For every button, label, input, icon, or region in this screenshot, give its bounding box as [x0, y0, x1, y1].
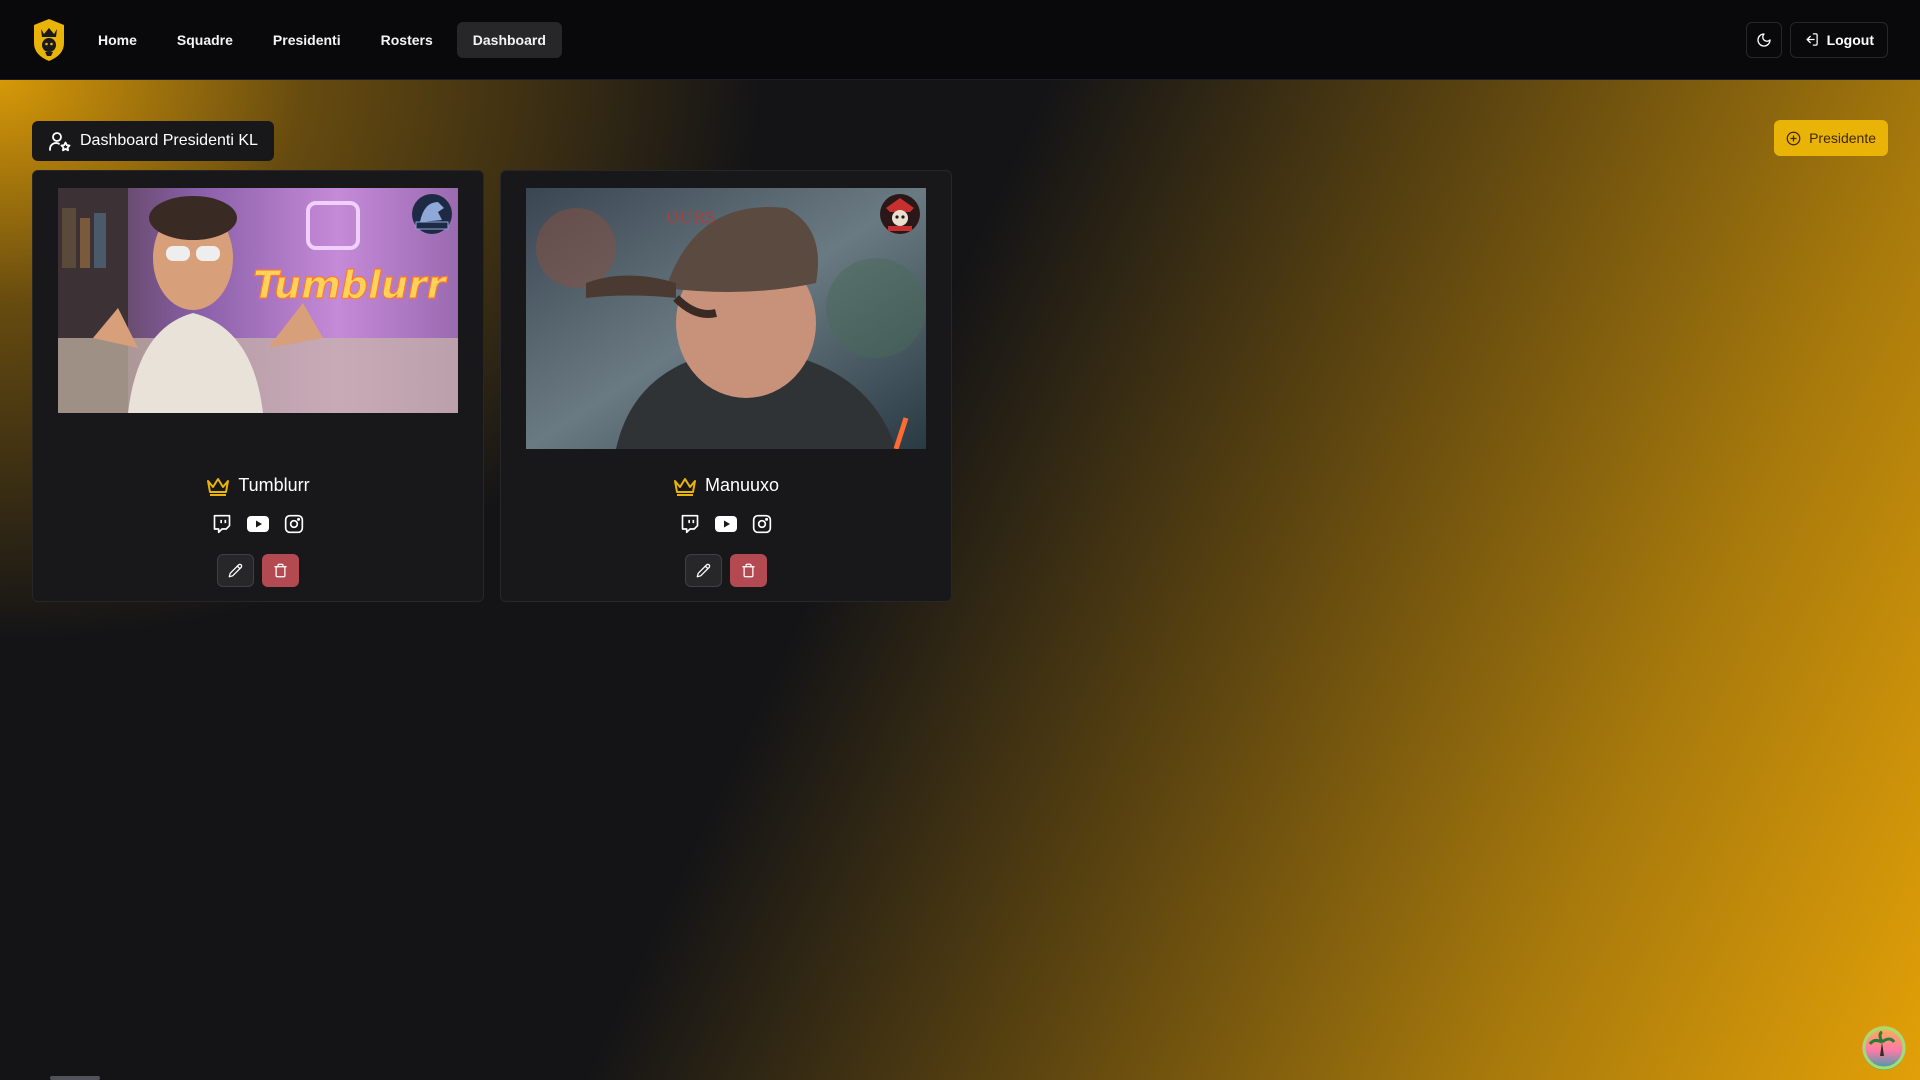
page-title: Dashboard Presidenti KL: [32, 121, 274, 161]
nav-dashboard[interactable]: Dashboard: [456, 21, 562, 58]
card-actions: [501, 554, 951, 587]
nav-presidenti[interactable]: Presidenti: [257, 22, 357, 58]
president-name-row: Tumblurr: [33, 475, 483, 496]
president-photo: OURS: [526, 188, 926, 449]
team-logo-icon: [410, 192, 454, 236]
crown-icon: [207, 477, 230, 496]
edit-button[interactable]: [685, 554, 722, 587]
trash-icon: [274, 563, 287, 578]
nav-links: Home Squadre Presidenti Rosters Dashboar…: [82, 21, 562, 58]
social-links: [33, 513, 483, 535]
horizontal-scrollbar[interactable]: [50, 1076, 100, 1080]
twitch-icon[interactable]: [679, 513, 701, 535]
social-links: [501, 513, 951, 535]
log-out-icon: [1806, 33, 1818, 46]
president-cards: Tumblurr Tumblurr OURS Manuuxo: [32, 170, 952, 602]
card-actions: [33, 554, 483, 587]
user-star-icon: [49, 132, 71, 152]
twitch-icon[interactable]: [211, 513, 233, 535]
add-president-button[interactable]: Presidente: [1774, 120, 1888, 156]
floating-avatar[interactable]: [1862, 1026, 1906, 1070]
president-name-row: Manuuxo: [501, 475, 951, 496]
president-card: Tumblurr Tumblurr: [32, 170, 484, 602]
youtube-icon[interactable]: [247, 513, 269, 535]
instagram-icon[interactable]: [283, 513, 305, 535]
logout-label: Logout: [1826, 31, 1874, 48]
neon-sign-text: Tumblurr: [253, 263, 448, 307]
moon-icon: [1756, 32, 1771, 47]
president-name: Tumblurr: [238, 475, 310, 495]
president-photo: Tumblurr: [58, 188, 458, 413]
delete-button[interactable]: [730, 554, 767, 587]
logout-button[interactable]: Logout: [1789, 21, 1888, 58]
delete-button[interactable]: [262, 554, 299, 587]
nav-squadre[interactable]: Squadre: [161, 22, 249, 58]
president-card: OURS Manuuxo: [500, 170, 952, 602]
nav-home[interactable]: Home: [82, 22, 153, 58]
pencil-icon: [696, 563, 711, 578]
theme-toggle-button[interactable]: [1745, 21, 1782, 58]
team-logo-icon: [878, 192, 922, 236]
page-title-text: Dashboard Presidenti KL: [80, 132, 258, 149]
crown-icon: [673, 477, 696, 496]
site-logo[interactable]: [32, 17, 66, 63]
pencil-icon: [228, 563, 243, 578]
president-name: Manuuxo: [704, 475, 780, 495]
youtube-icon[interactable]: [715, 513, 737, 535]
plus-circle-icon: [1786, 131, 1801, 145]
nav-rosters[interactable]: Rosters: [365, 22, 449, 58]
top-navbar: Home Squadre Presidenti Rosters Dashboar…: [0, 0, 1920, 80]
add-president-label: Presidente: [1809, 130, 1876, 146]
edit-button[interactable]: [217, 554, 254, 587]
instagram-icon[interactable]: [751, 513, 773, 535]
cap-text: OURS: [666, 208, 716, 227]
trash-icon: [742, 563, 755, 578]
